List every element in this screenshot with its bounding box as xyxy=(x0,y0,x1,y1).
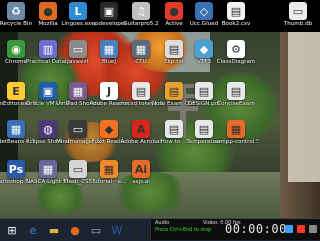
shortcut-icon: ◇ xyxy=(195,2,213,20)
taskbar-explorer-icon[interactable]: ▬ xyxy=(45,221,63,239)
desktop-shortcut[interactable]: ⚙ ClassDiagram xyxy=(214,40,258,78)
shortcut-icon: ▤ xyxy=(195,120,213,138)
shortcut-icon: J xyxy=(100,82,118,100)
shortcut-icon: ▣ xyxy=(100,2,118,20)
shortcut-label: ConciseExam xyxy=(217,101,255,107)
stop-hint: Press Ctrl+End to stop xyxy=(155,227,212,233)
shortcut-icon: Ps xyxy=(7,160,25,178)
desktop-shortcut[interactable]: ▤ Book2.csv xyxy=(214,2,258,40)
taskbar-firefox-icon[interactable]: ● xyxy=(66,221,84,239)
shortcut-icon: ▦ xyxy=(7,120,25,138)
shortcut-icon: ♻ xyxy=(7,2,25,20)
shortcut-icon: ▭ xyxy=(289,2,307,20)
record-options-icon[interactable] xyxy=(309,225,317,233)
shortcut-icon: ▭ xyxy=(69,120,87,138)
pause-button[interactable] xyxy=(285,225,293,233)
shortcut-icon: ▦ xyxy=(100,40,118,58)
shortcut-icon: ▦ xyxy=(227,120,245,138)
shortcut-icon: ▤ xyxy=(227,2,245,20)
shortcut-icon: ● xyxy=(165,2,183,20)
shortcut-icon: ▤ xyxy=(165,120,183,138)
taskbar-word-icon[interactable]: W xyxy=(108,221,126,239)
shortcut-label: Book2.csv xyxy=(221,21,251,27)
shortcut-label: ClassDiagram xyxy=(216,59,256,65)
shortcut-icon: A xyxy=(132,120,150,138)
shortcut-label: sampp-control Shortcut xyxy=(214,139,258,145)
screen-recorder-panel: Audio Video: 0.00 fps Press Ctrl+End to … xyxy=(150,219,320,240)
taskbar-cmd-icon[interactable]: ▮ xyxy=(127,221,145,239)
shortcut-icon: ● xyxy=(39,2,57,20)
taskbar-start-icon[interactable]: ⊞ xyxy=(3,221,21,239)
shortcut-icon: ▭ xyxy=(69,40,87,58)
taskbar-task-icon[interactable]: ▭ xyxy=(87,221,105,239)
shortcut-icon: ▤ xyxy=(165,82,183,100)
shortcut-icon: ⚙ xyxy=(227,40,245,58)
shortcut-icon: ♫ xyxy=(132,2,150,20)
shortcut-icon: ◆ xyxy=(195,40,213,58)
shortcut-icon: ▦ xyxy=(69,82,87,100)
desktop-shortcut[interactable]: ▭ Thumb.db xyxy=(276,2,320,40)
shortcut-icon: ▥ xyxy=(39,40,57,58)
shortcut-icon: ◆ xyxy=(100,120,118,138)
shortcut-icon: ▦ xyxy=(132,40,150,58)
audio-label: Audio xyxy=(155,220,170,226)
taskbar-ie-icon[interactable]: e xyxy=(24,221,42,239)
shortcut-icon: E xyxy=(7,82,25,100)
shortcut-label: asjs.ai xyxy=(132,179,150,185)
record-timer: 00:00:00 xyxy=(225,222,287,236)
shortcut-label: Thumb.db xyxy=(283,21,313,27)
shortcut-icon: ▤ xyxy=(165,40,183,58)
desktop-shortcut[interactable]: ▦sampp-control Shortcut xyxy=(214,120,258,158)
shortcut-icon: ▤ xyxy=(227,82,245,100)
shortcut-icon: L xyxy=(69,2,87,20)
shortcut-icon: ▤ xyxy=(195,82,213,100)
desktop: ♻ Recycle Bin ● Mozilla L Lingoes.exe ▣ updevel… xyxy=(0,0,320,218)
shortcut-icon: Ai xyxy=(132,160,150,178)
shortcut-icon: ▦ xyxy=(39,160,57,178)
shortcut-icon: ▭ xyxy=(69,160,87,178)
shortcut-icon: ◍ xyxy=(39,120,57,138)
shortcut-icon: ▦ xyxy=(100,160,118,178)
shortcut-icon: ▣ xyxy=(39,82,57,100)
shortcut-icon: ▤ xyxy=(132,82,150,100)
shortcut-icon: ◉ xyxy=(7,40,25,58)
desktop-shortcut[interactable]: ▤ ConciseExam xyxy=(214,82,258,120)
stop-button[interactable] xyxy=(297,225,305,233)
desktop-shortcut[interactable]: Ai asjs.ai xyxy=(119,160,163,198)
